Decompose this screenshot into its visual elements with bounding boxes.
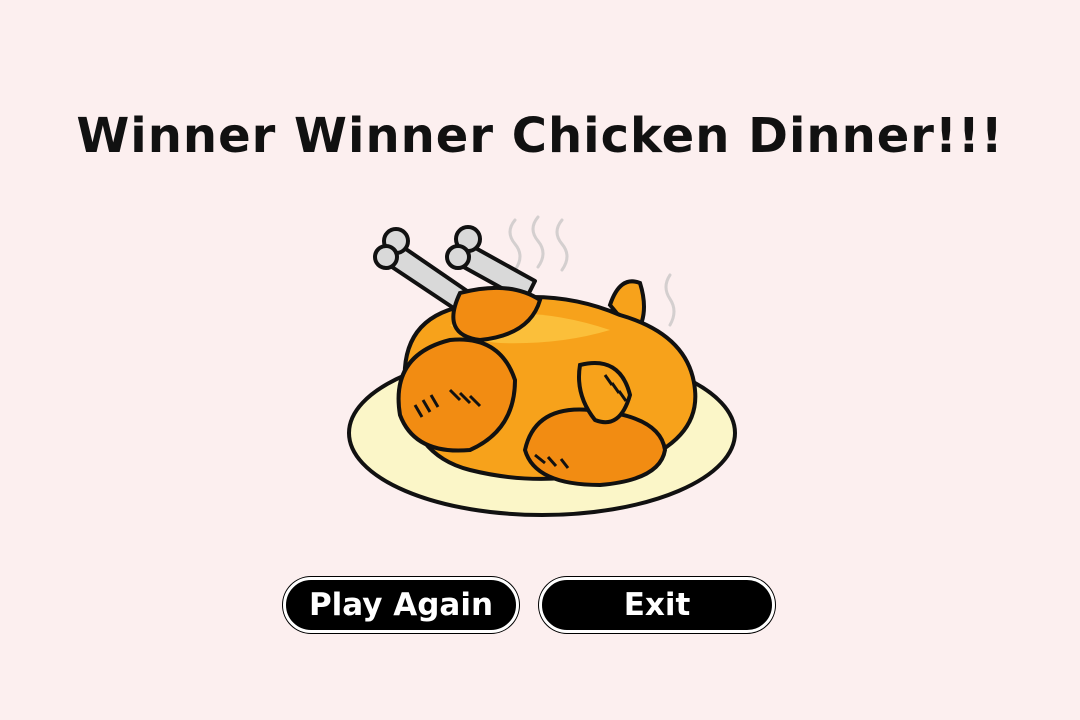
play-again-button[interactable]: Play Again	[283, 577, 519, 633]
win-title: Winner Winner Chicken Dinner!!!	[76, 108, 1004, 164]
win-screen: Winner Winner Chicken Dinner!!! Play Aga…	[0, 0, 1080, 720]
exit-button[interactable]: Exit	[539, 577, 775, 633]
roast-chicken-icon	[320, 205, 760, 530]
